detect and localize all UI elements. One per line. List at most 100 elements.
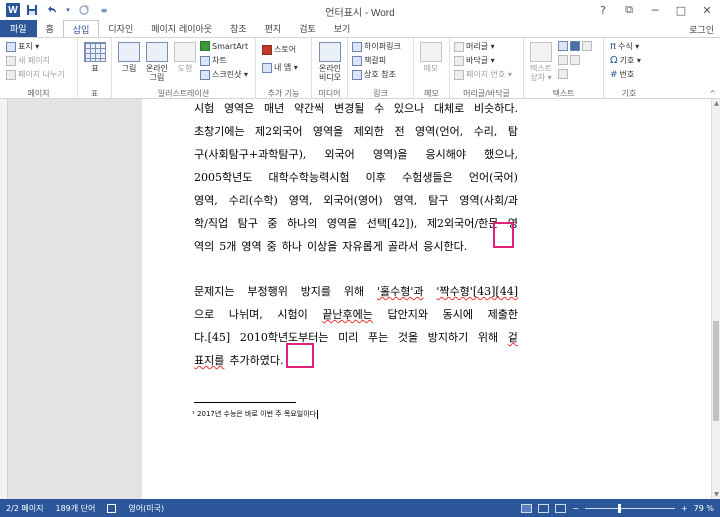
document-page[interactable]: 시험 영역은 매년 약간씩 변경될 수 있으나 대체로 비슷하다. 초창기에는 제2외국어 영역을 제외… bbox=[142, 99, 711, 499]
ribbon-display-icon[interactable]: ⧉ bbox=[616, 0, 642, 20]
paragraph-1[interactable]: 시험 영역은 매년 약간씩 변경될 수 있으나 대체로 비슷하다. 초창기에는 제2외국어 영역을 제외… bbox=[194, 99, 518, 258]
tab-references[interactable]: 참조 bbox=[221, 20, 256, 37]
group-label-comments: 메모 bbox=[424, 89, 439, 98]
word: 자유롭게 bbox=[342, 240, 383, 253]
cover-page-button[interactable]: 표지 ▾ bbox=[6, 41, 39, 52]
customize-qat-icon[interactable]: ≡ bbox=[96, 2, 112, 18]
footer-icon bbox=[454, 55, 464, 66]
smartart-button[interactable]: SmartArt bbox=[200, 41, 248, 51]
object-icon bbox=[558, 69, 568, 79]
web-layout-icon[interactable] bbox=[555, 503, 567, 513]
chart-button[interactable]: 차트 bbox=[200, 55, 227, 66]
word-count[interactable]: 189개 단어 bbox=[50, 503, 102, 514]
word: 탐 bbox=[507, 125, 518, 138]
word: 하나의 bbox=[287, 217, 318, 230]
scroll-thumb[interactable] bbox=[713, 321, 719, 421]
save-icon[interactable] bbox=[24, 2, 40, 18]
minimize-icon[interactable]: ─ bbox=[642, 0, 668, 20]
my-apps-button[interactable]: 내 앱 ▾ bbox=[262, 62, 298, 73]
bookmark-button[interactable]: 책갈피 bbox=[352, 55, 386, 66]
comment-button[interactable]: 메모 bbox=[420, 42, 442, 73]
quick-parts-icon bbox=[558, 41, 568, 51]
store-button[interactable]: 스토어 bbox=[262, 44, 296, 55]
undo-dropdown-icon[interactable]: ▾ bbox=[64, 2, 72, 18]
equation-button[interactable]: π 수식 ▾ bbox=[610, 41, 639, 52]
online-video-button[interactable]: 온라인 비디오 bbox=[316, 42, 344, 82]
word: 탐구 bbox=[237, 217, 258, 230]
sign-in-link[interactable]: 로그인 bbox=[689, 23, 714, 36]
object-button[interactable] bbox=[558, 69, 568, 79]
group-symbols: π 수식 ▾ Ω 기호 ▾ # 번호 기호 ^ bbox=[604, 38, 720, 100]
zoom-level[interactable]: 79 % bbox=[694, 504, 714, 513]
undo-icon[interactable] bbox=[44, 2, 60, 18]
number-button[interactable]: # 번호 bbox=[610, 69, 634, 80]
para1-line-1: 시험 영역은 매년 약간씩 변경될 수 있으나 대체로 비슷하다. bbox=[194, 99, 518, 120]
table-button[interactable]: 표 bbox=[84, 42, 106, 73]
word: 있으나 bbox=[393, 102, 425, 115]
screenshot-icon bbox=[200, 69, 210, 80]
highlight-box-2 bbox=[286, 343, 314, 368]
footnote[interactable]: ¹ 2017년 수능은 바로 이번 주 목요일이다 bbox=[192, 409, 319, 419]
zoom-in-button[interactable]: + bbox=[681, 504, 688, 513]
redo-icon[interactable] bbox=[76, 2, 92, 18]
maximize-icon[interactable]: □ bbox=[668, 0, 694, 20]
help-icon[interactable]: ? bbox=[590, 0, 616, 20]
collapse-ribbon-icon[interactable]: ^ bbox=[709, 89, 716, 98]
tab-view[interactable]: 보기 bbox=[325, 20, 360, 37]
equation-label: 수식 ▾ bbox=[618, 42, 640, 51]
quick-parts-button[interactable] bbox=[558, 41, 592, 51]
screenshot-button[interactable]: 스크린샷 ▾ bbox=[200, 69, 248, 80]
shapes-button[interactable]: 도형 bbox=[174, 42, 196, 73]
paragraph-2[interactable]: 문제지는 부정행위 방지를 위해 '홀수형'과 '짝수형'[43][44] 으로… bbox=[194, 280, 518, 372]
para2-line-2: 으로 나뉘며, 시험이 끝난후에는 답안지와 동시에 제출한 bbox=[194, 303, 518, 326]
proofing-status[interactable] bbox=[101, 503, 122, 513]
textbox-button[interactable]: 텍스트 상자 ▾ bbox=[528, 42, 554, 82]
group-label-text: 텍스트 bbox=[552, 89, 575, 98]
word: 영역(사회/과 bbox=[459, 194, 518, 207]
word: 언어(국어) bbox=[468, 171, 518, 184]
tab-page-layout[interactable]: 페이지 레이아웃 bbox=[142, 20, 221, 37]
wordart-icon bbox=[570, 41, 580, 51]
para1-line-7: 역의 5개 영역 중 하나 이상을 자유롭게 골라서 응시한다. bbox=[194, 235, 518, 258]
word: 방지하기 bbox=[427, 331, 469, 344]
symbol-button[interactable]: Ω 기호 ▾ bbox=[610, 55, 641, 66]
header-button[interactable]: 머리글 ▾ bbox=[454, 41, 495, 52]
vertical-scrollbar[interactable]: ▲ ▼ bbox=[711, 99, 720, 499]
hyperlink-button[interactable]: 하이퍼링크 bbox=[352, 41, 401, 52]
page-break-icon bbox=[6, 69, 16, 80]
ribbon-tabs: 파일 홈 삽입 디자인 페이지 레이아웃 참조 편지 검토 보기 로그인 bbox=[0, 20, 720, 37]
tab-design[interactable]: 디자인 bbox=[99, 20, 142, 37]
signature-line-button[interactable] bbox=[558, 55, 580, 65]
window-controls: ? ⧉ ─ □ ✕ bbox=[590, 0, 720, 20]
word-misspelled: 끝난후에는 bbox=[322, 308, 373, 321]
tab-mailings[interactable]: 편지 bbox=[256, 20, 291, 37]
cross-reference-label: 상호 참조 bbox=[364, 70, 396, 79]
print-layout-icon[interactable] bbox=[538, 503, 550, 513]
close-icon[interactable]: ✕ bbox=[694, 0, 720, 20]
word-app-icon[interactable]: W bbox=[6, 3, 20, 17]
word: 대체로 bbox=[433, 102, 465, 115]
zoom-slider-knob[interactable] bbox=[618, 503, 622, 513]
cross-reference-button[interactable]: 상호 참조 bbox=[352, 69, 396, 80]
read-mode-icon[interactable] bbox=[521, 503, 533, 513]
zoom-out-button[interactable]: − bbox=[572, 504, 579, 513]
tab-insert[interactable]: 삽입 bbox=[62, 20, 100, 37]
word: 약간씩 bbox=[293, 102, 325, 115]
tab-review[interactable]: 검토 bbox=[290, 20, 325, 37]
tab-home[interactable]: 홈 bbox=[37, 20, 63, 37]
blank-page-button[interactable]: 새 페이지 bbox=[6, 55, 50, 66]
language-status[interactable]: 영어(미국) bbox=[122, 503, 170, 514]
page-break-button[interactable]: 페이지 나누기 bbox=[6, 69, 65, 80]
footer-button[interactable]: 바닥글 ▾ bbox=[454, 55, 495, 66]
store-icon bbox=[262, 44, 272, 55]
scroll-up-icon[interactable]: ▲ bbox=[712, 99, 720, 108]
page-count[interactable]: 2/2 페이지 bbox=[0, 503, 50, 514]
group-links: 하이퍼링크 책갈피 상호 참조 링크 bbox=[348, 38, 414, 100]
word: 매년 bbox=[264, 102, 285, 115]
online-picture-button[interactable]: 온라인 그림 bbox=[144, 42, 170, 82]
tab-file[interactable]: 파일 bbox=[0, 20, 37, 37]
page-number-button[interactable]: 페이지 번호 ▾ bbox=[454, 69, 512, 80]
zoom-slider[interactable] bbox=[584, 503, 675, 513]
picture-button[interactable]: 그림 bbox=[118, 42, 140, 73]
scroll-down-icon[interactable]: ▼ bbox=[712, 490, 720, 499]
